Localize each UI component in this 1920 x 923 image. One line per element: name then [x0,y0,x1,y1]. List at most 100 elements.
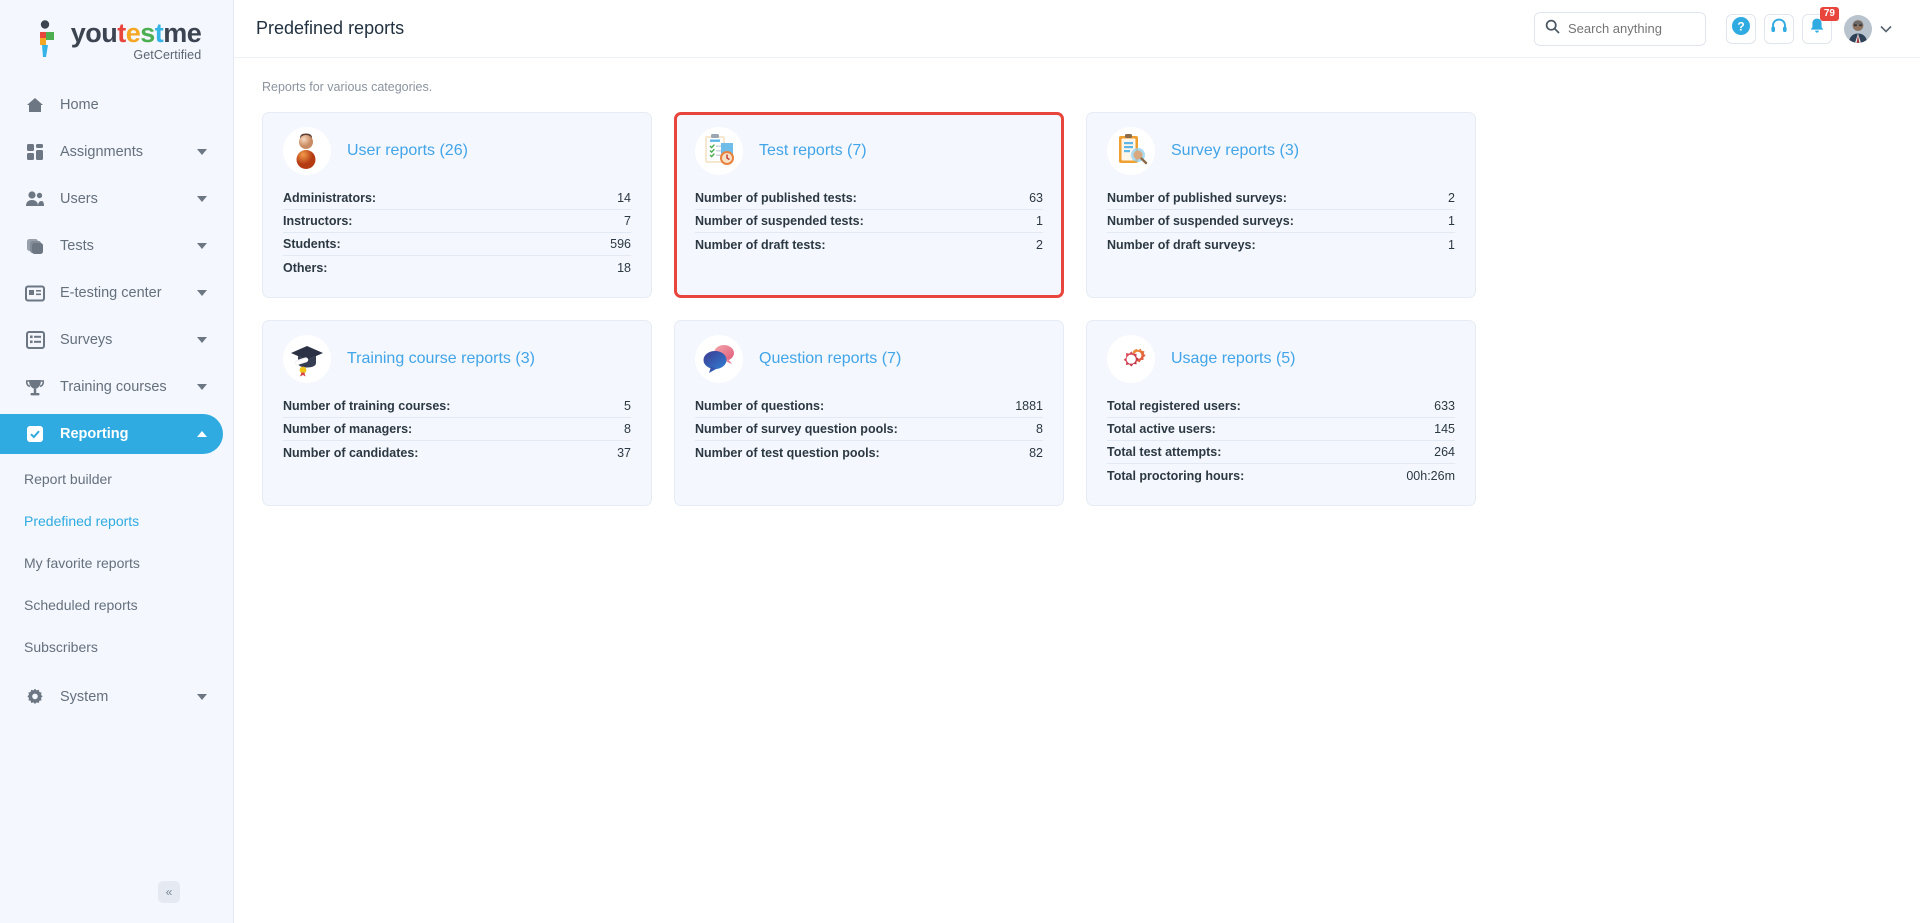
row-label: Number of suspended surveys: [1107,214,1294,228]
sidebar-subitem-predefined-reports[interactable]: Predefined reports [0,503,233,539]
chevron-down-icon[interactable] [197,196,207,202]
sidebar-item-e-testing-center[interactable]: E-testing center [0,273,223,313]
brand-logo[interactable]: youtestme GetCertified [0,0,233,75]
chevron-up-icon[interactable] [197,431,207,437]
row-label: Number of draft surveys: [1107,237,1256,252]
card-row: Students: 596 [283,233,631,256]
help-button[interactable]: ? [1726,13,1756,44]
sidebar-item-training-courses[interactable]: Training courses [0,367,223,407]
search-icon [1545,19,1560,39]
sidebar-sublabel: Scheduled reports [24,597,138,613]
home-icon [24,94,46,116]
card-row: Number of suspended surveys: 1 [1107,210,1455,233]
card-title: Usage reports (5) [1171,350,1296,367]
reports-grid: User reports (26) Administrators: 14 Ins… [262,112,1892,506]
sidebar-label: Surveys [60,332,113,348]
card-header: Training course reports (3) [283,335,631,383]
card-row: Number of training courses: 5 [283,395,631,418]
sidebar-item-system[interactable]: System [0,677,223,717]
card-header: Survey reports (3) [1107,127,1455,175]
training-icon [24,376,46,398]
search-input[interactable] [1568,21,1744,36]
card-rows: Number of training courses: 5 Number of … [283,395,631,464]
row-value: 5 [624,399,631,413]
sidebar-item-users[interactable]: Users [0,179,223,219]
search-box[interactable] [1534,11,1744,46]
row-label: Number of draft tests: [695,237,826,252]
card-row: Total test attempts: 264 [1107,441,1455,464]
row-value: 633 [1434,399,1455,413]
sidebar-label: Training courses [60,379,167,395]
sidebar-label: E-testing center [60,285,162,301]
sidebar-item-tests[interactable]: Tests [0,226,223,266]
sidebar-label: Tests [60,238,94,254]
content-area: Reports for various categories. User rep… [234,58,1920,923]
card-test-reports[interactable]: Test reports (7) Number of published tes… [674,112,1064,298]
card-user-reports[interactable]: User reports (26) Administrators: 14 Ins… [262,112,652,298]
card-row: Number of published surveys: 2 [1107,187,1455,210]
avatar[interactable] [1844,14,1872,43]
speech-bubbles-icon [695,335,743,383]
sidebar-collapse-button[interactable]: « [158,881,180,903]
brand-wordmark: youtestme [70,17,202,48]
card-survey-reports[interactable]: Survey reports (3) Number of published s… [1086,112,1476,298]
row-value: 7 [624,214,631,228]
row-value: 2 [1036,237,1043,252]
chevron-down-icon[interactable] [197,384,207,390]
row-value: 145 [1434,422,1455,436]
sidebar-subitem-report-builder[interactable]: Report builder [0,461,233,497]
card-usage-reports[interactable]: Usage reports (5) Total registered users… [1086,320,1476,506]
chevron-down-icon[interactable] [197,290,207,296]
avatar-chevron-down-icon[interactable] [1880,22,1892,36]
card-rows: Total registered users: 633 Total active… [1107,395,1455,487]
row-label: Total registered users: [1107,399,1241,413]
card-row: Number of published tests: 63 [695,187,1043,210]
sidebar-subitem-scheduled-reports[interactable]: Scheduled reports [0,587,233,623]
row-value: 264 [1434,445,1455,459]
assignments-icon [24,141,46,163]
card-rows: Number of questions: 1881 Number of surv… [695,395,1043,464]
card-row: Number of managers: 8 [283,418,631,441]
card-title: Question reports (7) [759,350,902,367]
row-label: Number of published tests: [695,191,857,205]
notifications-button[interactable]: 79 [1802,6,1839,44]
sidebar-item-assignments[interactable]: Assignments [0,132,223,172]
sidebar-item-reporting[interactable]: Reporting [0,414,223,454]
card-title: Training course reports (3) [347,350,535,367]
row-value: 596 [610,237,631,251]
chevron-down-icon[interactable] [197,337,207,343]
sidebar-item-surveys[interactable]: Surveys [0,320,223,360]
row-label: Number of suspended tests: [695,214,864,228]
help-icon: ? [1731,16,1751,41]
etesting-icon [24,282,46,304]
support-button[interactable] [1764,13,1794,44]
tests-icon [24,235,46,257]
reporting-icon [24,423,46,445]
card-question-reports[interactable]: Question reports (7) Number of questions… [674,320,1064,506]
notification-badge: 79 [1819,6,1839,21]
clipboard-test-icon [695,127,743,175]
card-title: Test reports (7) [759,142,867,159]
card-row: Total active users: 145 [1107,418,1455,441]
chevron-down-icon[interactable] [197,243,207,249]
sidebar-subitem-subscribers[interactable]: Subscribers [0,629,233,665]
row-label: Others: [283,260,328,275]
row-value: 63 [1029,191,1043,205]
card-row: Total proctoring hours: 00h:26m [1107,464,1455,487]
sidebar-item-home[interactable]: Home [0,85,223,125]
headset-icon [1770,17,1788,40]
sidebar-label: Users [60,191,98,207]
card-header: User reports (26) [283,127,631,175]
sidebar-subitem-my-favorite-reports[interactable]: My favorite reports [0,545,233,581]
sidebar-label: Assignments [60,144,144,160]
card-row: Others: 18 [283,256,631,279]
users-icon [24,188,46,210]
card-title: Survey reports (3) [1171,142,1300,159]
gears-icon [1107,335,1155,383]
sidebar-label: System [60,689,109,705]
sidebar-sublabel: Report builder [24,471,112,487]
chevron-down-icon[interactable] [197,149,207,155]
page-title: Predefined reports [256,18,405,38]
chevron-down-icon[interactable] [197,694,207,700]
card-training-course-reports[interactable]: Training course reports (3) Number of tr… [262,320,652,506]
